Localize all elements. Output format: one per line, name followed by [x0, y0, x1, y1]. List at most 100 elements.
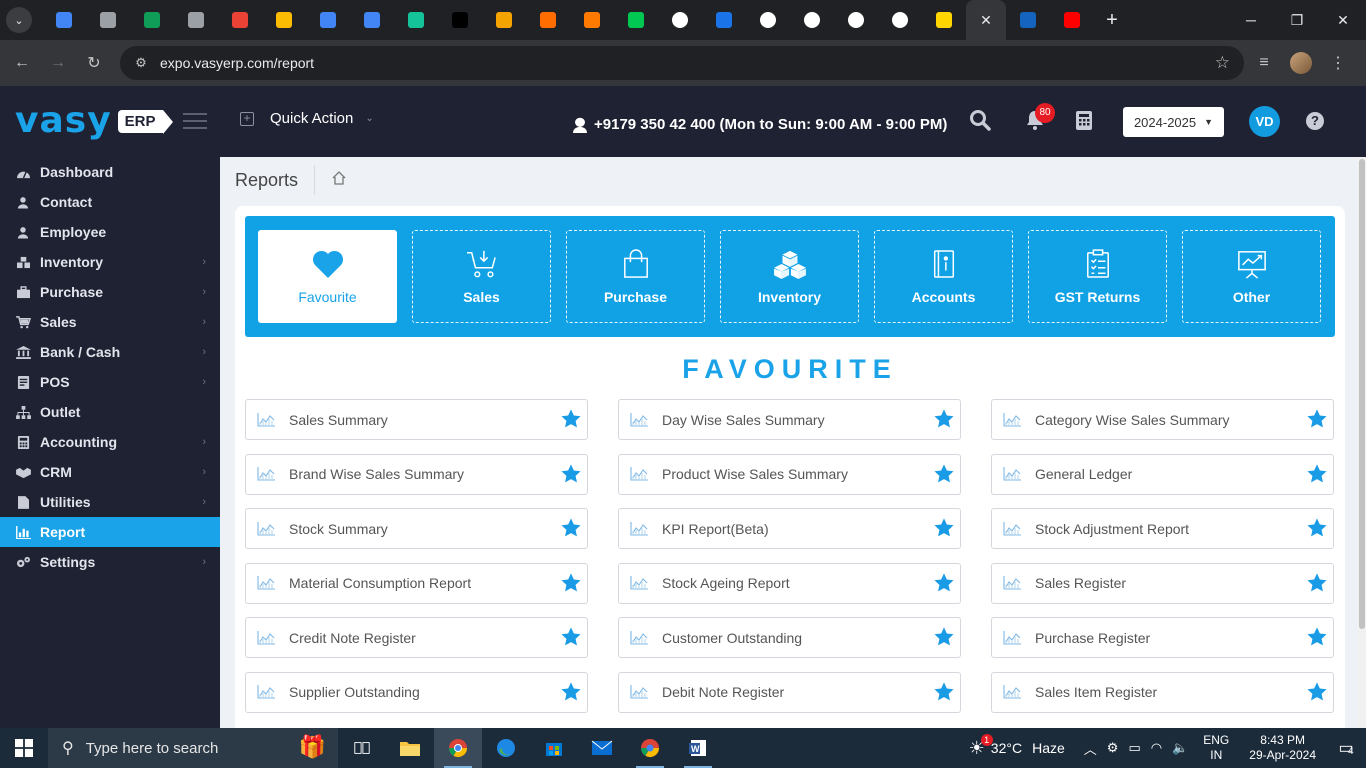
browser-tab[interactable]: [1006, 0, 1050, 40]
browser-tab[interactable]: [350, 0, 394, 40]
sidebar-item-employee[interactable]: Employee: [0, 217, 220, 247]
report-item[interactable]: Product Wise Sales Summary: [618, 453, 961, 495]
site-info-icon[interactable]: ⚙: [124, 55, 158, 71]
category-tab-favourite[interactable]: Favourite: [258, 230, 397, 323]
sidebar-item-sales[interactable]: Sales ›: [0, 307, 220, 337]
new-tab-button[interactable]: +: [1094, 9, 1130, 32]
url-text[interactable]: expo.vasyerp.com/report: [160, 55, 314, 71]
report-item[interactable]: Debit Note Register: [618, 671, 961, 713]
close-tab-icon[interactable]: ✕: [980, 12, 992, 29]
favourite-star-icon[interactable]: [1306, 463, 1328, 485]
bookmark-star-icon[interactable]: ☆: [1215, 53, 1230, 73]
browser-tab[interactable]: [570, 0, 614, 40]
volume-icon[interactable]: 🔈: [1172, 740, 1188, 756]
favourite-star-icon[interactable]: [560, 517, 582, 539]
sidebar-item-accounting[interactable]: Accounting ›: [0, 427, 220, 457]
scrollbar-thumb[interactable]: [1359, 159, 1365, 629]
browser-tab[interactable]: [42, 0, 86, 40]
favourite-star-icon[interactable]: [933, 517, 955, 539]
favourite-star-icon[interactable]: [933, 572, 955, 594]
favourite-star-icon[interactable]: [1306, 626, 1328, 648]
battery-icon[interactable]: ▭: [1128, 740, 1140, 756]
report-item[interactable]: Sales Item Register: [991, 671, 1334, 713]
show-hidden-icons[interactable]: ︿: [1084, 739, 1097, 758]
category-tab-sales[interactable]: Sales: [412, 230, 551, 323]
favourite-star-icon[interactable]: [560, 681, 582, 703]
mail-icon[interactable]: [578, 728, 626, 768]
quick-action-dropdown[interactable]: + Quick Action ⌄: [240, 110, 374, 127]
browser-tab[interactable]: [394, 0, 438, 40]
onedrive-icon[interactable]: ⚙: [1107, 740, 1119, 756]
file-explorer-icon[interactable]: [386, 728, 434, 768]
wifi-icon[interactable]: ◠: [1151, 740, 1162, 756]
browser-tab[interactable]: [790, 0, 834, 40]
sidebar-item-dashboard[interactable]: Dashboard: [0, 157, 220, 187]
favourite-star-icon[interactable]: [560, 626, 582, 648]
favourite-star-icon[interactable]: [560, 572, 582, 594]
word-icon[interactable]: W: [674, 728, 722, 768]
report-item[interactable]: Material Consumption Report: [245, 562, 588, 604]
media-controls-icon[interactable]: ≡: [1246, 45, 1282, 81]
browser-tab[interactable]: [614, 0, 658, 40]
browser-tab[interactable]: [878, 0, 922, 40]
search-icon[interactable]: [967, 108, 993, 134]
user-avatar[interactable]: VD: [1249, 106, 1280, 137]
help-icon[interactable]: ?: [1306, 112, 1324, 130]
favourite-star-icon[interactable]: [1306, 408, 1328, 430]
sidebar-item-report[interactable]: Report: [0, 517, 220, 547]
favourite-star-icon[interactable]: [933, 681, 955, 703]
sidebar-item-purchase[interactable]: Purchase ›: [0, 277, 220, 307]
minimize-button[interactable]: ─: [1228, 0, 1274, 40]
report-item[interactable]: KPI Report(Beta): [618, 508, 961, 549]
browser-menu-icon[interactable]: ⋮: [1320, 45, 1356, 81]
reload-button[interactable]: ↻: [76, 45, 112, 81]
browser-tab[interactable]: [526, 0, 570, 40]
back-button[interactable]: ←: [4, 45, 40, 81]
browser-tab[interactable]: [174, 0, 218, 40]
task-view-icon[interactable]: [338, 728, 386, 768]
edge-icon[interactable]: [482, 728, 530, 768]
sidebar-item-pos[interactable]: POS ›: [0, 367, 220, 397]
browser-tab[interactable]: [86, 0, 130, 40]
report-item[interactable]: Supplier Outstanding: [245, 671, 588, 713]
category-tab-accounts[interactable]: Accounts: [874, 230, 1013, 323]
sidebar-toggle-icon[interactable]: [183, 113, 207, 134]
favourite-star-icon[interactable]: [933, 463, 955, 485]
notification-center-icon[interactable]: ▭ 4: [1326, 738, 1366, 758]
page-scrollbar[interactable]: [1358, 157, 1366, 728]
address-bar[interactable]: ⚙ expo.vasyerp.com/report ☆: [120, 46, 1244, 80]
sidebar-item-settings[interactable]: Settings ›: [0, 547, 220, 577]
browser-tab[interactable]: [130, 0, 174, 40]
category-tab-gst-returns[interactable]: GST Returns: [1028, 230, 1167, 323]
browser-tab[interactable]: [438, 0, 482, 40]
browser-tab[interactable]: [262, 0, 306, 40]
browser-tab[interactable]: [306, 0, 350, 40]
report-item[interactable]: Credit Note Register: [245, 617, 588, 658]
restore-button[interactable]: ❐: [1274, 0, 1320, 40]
taskbar-clock[interactable]: 8:43 PM 29-Apr-2024: [1249, 733, 1316, 763]
sidebar-item-bank-cash[interactable]: Bank / Cash ›: [0, 337, 220, 367]
report-item[interactable]: Brand Wise Sales Summary: [245, 453, 588, 495]
report-item[interactable]: Customer Outstanding: [618, 617, 961, 658]
report-item[interactable]: Stock Ageing Report: [618, 562, 961, 604]
browser-tab[interactable]: [834, 0, 878, 40]
windows-start-button[interactable]: [0, 728, 48, 768]
sidebar-item-inventory[interactable]: Inventory ›: [0, 247, 220, 277]
report-item[interactable]: Category Wise Sales Summary: [991, 399, 1334, 440]
active-browser-tab[interactable]: ✕: [966, 0, 1006, 40]
favourite-star-icon[interactable]: [560, 408, 582, 430]
chrome-taskbar-icon[interactable]: [434, 728, 482, 768]
report-item[interactable]: Sales Register: [991, 562, 1334, 604]
profile-avatar[interactable]: [1290, 52, 1312, 74]
report-item[interactable]: Purchase Register: [991, 617, 1334, 658]
browser-tab[interactable]: [746, 0, 790, 40]
favourite-star-icon[interactable]: [933, 408, 955, 430]
language-indicator[interactable]: ENG IN: [1203, 733, 1229, 763]
browser-tab[interactable]: [482, 0, 526, 40]
report-item[interactable]: Sales Summary: [245, 399, 588, 440]
sidebar-item-crm[interactable]: CRM ›: [0, 457, 220, 487]
browser-tab[interactable]: [702, 0, 746, 40]
close-window-button[interactable]: ✕: [1320, 0, 1366, 40]
browser-tab[interactable]: [218, 0, 262, 40]
taskbar-search-box[interactable]: ⚲ Type here to search 🎁: [48, 728, 338, 768]
